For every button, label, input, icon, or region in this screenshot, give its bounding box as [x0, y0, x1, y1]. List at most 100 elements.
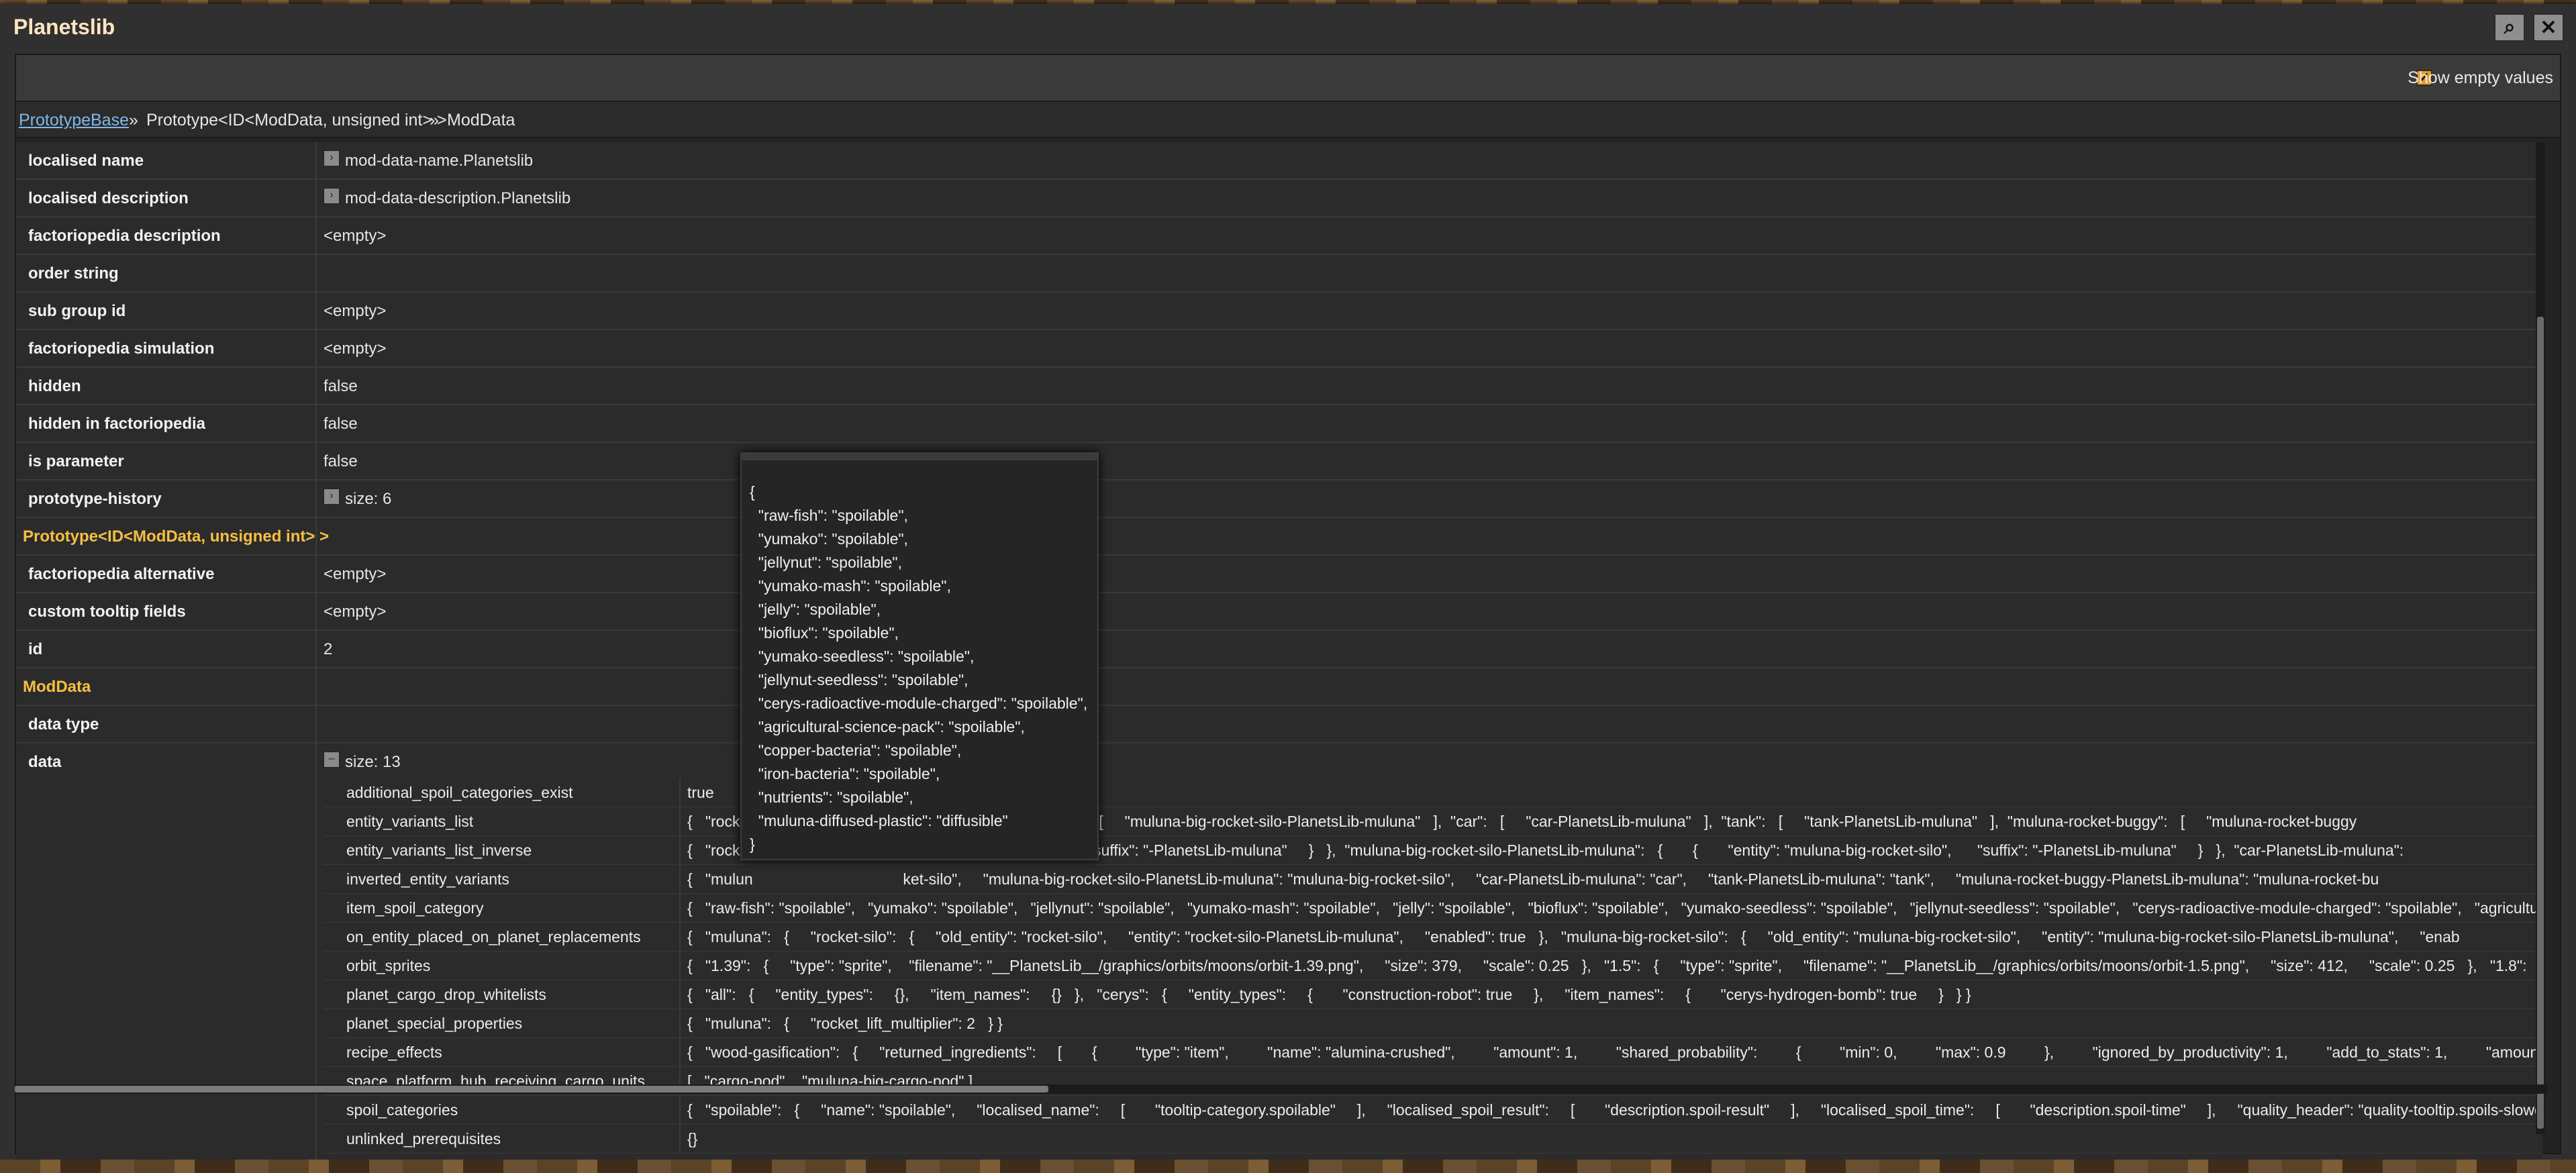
property-value: <empty>: [324, 565, 387, 583]
data-entry-key: orbit_sprites: [346, 957, 431, 974]
property-key: factoriopedia description: [28, 227, 221, 245]
data-entry-row[interactable]: spoil_categories { "spoilable": { "name":…: [324, 1096, 2542, 1125]
data-entry-value: {}: [687, 1130, 698, 1148]
section-title: Prototype<ID<ModData, unsigned int> >: [23, 527, 330, 546]
tooltip-line: "yumako-seedless": "spoilable",: [750, 648, 975, 665]
property-key: hidden: [28, 377, 81, 395]
property-key: data: [28, 753, 62, 771]
show-empty-label: Show empty values: [2408, 68, 2553, 87]
property-row: hidden false: [16, 368, 2542, 405]
property-row: factoriopedia description <empty>: [16, 217, 2542, 255]
data-entry-row[interactable]: orbit_sprites { "1.39": { "type": "sprite…: [324, 952, 2542, 980]
data-entry-row[interactable]: unlinked_prerequisites {}: [324, 1125, 2542, 1154]
data-entry-value: { "muluna": { "rocket-silo": { "old_enti…: [687, 928, 2460, 946]
property-value: <empty>: [324, 603, 387, 621]
property-value: mod-data-description.Planetslib: [345, 189, 571, 207]
property-key: localised description: [28, 189, 189, 207]
property-key: is parameter: [28, 452, 124, 470]
tooltip-line: "nutrients": "spoilable",: [750, 788, 913, 806]
data-entry-row[interactable]: planet_special_properties { "muluna": { "…: [324, 1009, 2542, 1038]
property-row: sub group id <empty>: [16, 293, 2542, 330]
expand-icon[interactable]: ›: [324, 489, 340, 505]
property-value: false: [324, 415, 358, 433]
data-entry-value: { "mulun ket-silo", "muluna-big-rocket-s…: [687, 870, 2379, 888]
section-title: ModData: [23, 678, 91, 696]
data-entry-key: on_entity_placed_on_planet_replacements: [346, 928, 641, 946]
data-entry-value: { "raw-fish": "spoilable", "yumako": "sp…: [687, 899, 2542, 917]
property-row: factoriopedia simulation <empty>: [16, 330, 2542, 368]
property-row: localised name › mod-data-name.Planetslib: [16, 142, 2542, 180]
tooltip-line: "muluna-diffused-plastic": "diffusible": [750, 812, 1008, 829]
property-row: factoriopedia alternative <empty>: [16, 556, 2542, 593]
property-key: id: [28, 640, 43, 658]
data-entry-value: { "wood-gasification": { "returned_ingre…: [687, 1043, 2542, 1061]
data-entry-row[interactable]: recipe_effects { "wood-gasification": { "…: [324, 1038, 2542, 1067]
property-value: <empty>: [324, 227, 387, 245]
data-entry-key: item_spoil_category: [346, 899, 484, 917]
tooltip-line: {: [750, 483, 755, 501]
data-entry-key: unlinked_prerequisites: [346, 1130, 501, 1148]
options-bar: ✓ Show empty values: [16, 55, 2560, 101]
property-value: mod-data-name.Planetslib: [345, 152, 534, 170]
property-row: id 2: [16, 631, 2542, 668]
data-entry-row[interactable]: on_entity_placed_on_planet_replacements {…: [324, 923, 2542, 952]
property-row: prototype-history › size: 6: [16, 480, 2542, 518]
property-key: order string: [28, 264, 119, 283]
property-value: size: 6: [345, 490, 392, 508]
property-key: sub group id: [28, 302, 126, 320]
content-panel: ✓ Show empty values PrototypeBase » Prot…: [15, 54, 2561, 1164]
breadcrumb-item: Prototype<ID<ModData, unsigned int> >: [146, 111, 447, 130]
data-entry-row[interactable]: entity_variants_list{ "rocket muluna-big…: [324, 807, 2542, 836]
section-header: ModData: [16, 668, 2542, 706]
property-row: hidden in factoriopedia false: [16, 405, 2542, 443]
data-entry-key: additional_spoil_categories_exist: [346, 784, 573, 801]
data-entry-value: { "muluna": { "rocket_lift_multiplier": …: [687, 1015, 1003, 1032]
horizontal-scrollbar[interactable]: [15, 1084, 2548, 1094]
property-row: data type: [16, 706, 2542, 744]
breadcrumb-current: ModData: [447, 111, 515, 130]
expand-icon[interactable]: ›: [324, 150, 340, 166]
tooltip-line: "bioflux": "spoilable",: [750, 624, 899, 642]
vertical-scrollbar[interactable]: [2536, 142, 2545, 1134]
data-entry-row[interactable]: planet_cargo_drop_whitelists { "all": { "…: [324, 980, 2542, 1009]
property-value: <empty>: [324, 302, 387, 320]
breadcrumb-link-prototypebase[interactable]: PrototypeBase: [19, 111, 129, 130]
data-entry-row[interactable]: inverted_entity_variants { "mulun ket-sil…: [324, 865, 2542, 894]
data-entry-row[interactable]: entity_variants_list_inverse{ "rocket "e…: [324, 836, 2542, 865]
property-row: is parameter false: [16, 443, 2542, 480]
expand-icon[interactable]: ›: [324, 188, 340, 204]
data-size: size: 13: [345, 753, 401, 771]
breadcrumb-separator: »: [430, 111, 439, 130]
data-entry-row[interactable]: item_spoil_category { "raw-fish": "spoila…: [324, 894, 2542, 923]
property-key: prototype-history: [28, 490, 162, 508]
property-row: custom tooltip fields <empty>: [16, 593, 2542, 631]
tooltip-line: "cerys-radioactive-module-charged": "spo…: [750, 695, 1088, 712]
vertical-scroll-thumb[interactable]: [2537, 317, 2544, 1129]
close-icon[interactable]: ✕: [2533, 13, 2564, 42]
collapse-icon[interactable]: –: [324, 752, 340, 768]
tooltip-text: { "raw-fish": "spoilable", "yumako": "sp…: [750, 480, 1087, 856]
breadcrumb-separator: »: [129, 111, 138, 130]
game-background-bottom: [0, 1160, 2576, 1173]
tooltip-line: "agricultural-science-pack": "spoilable"…: [750, 718, 1025, 735]
property-value: false: [324, 452, 358, 470]
data-entry-key: planet_special_properties: [346, 1015, 523, 1032]
title-bar[interactable]: Planetslib ⌕ ✕: [0, 4, 2576, 51]
data-entry-value: { "all": { "entity_types": {}, "item_nam…: [687, 986, 1971, 1003]
breadcrumb: PrototypeBase » Prototype<ID<ModData, un…: [16, 101, 2560, 138]
data-entry-value: { "spoilable": { "name": "spoilable", "l…: [687, 1101, 2542, 1119]
property-row: localised description › mod-data-descripti…: [16, 180, 2542, 217]
data-entry-row[interactable]: additional_spoil_categories_exist true: [324, 778, 2542, 807]
window-title: Planetslib: [13, 15, 115, 39]
property-value: 2: [324, 640, 333, 658]
tooltip-line: "iron-bacteria": "spoilable",: [750, 765, 940, 782]
horizontal-scroll-thumb[interactable]: [15, 1086, 1048, 1092]
planetslib-window: Planetslib ⌕ ✕ ✓ Show empty values Proto…: [0, 4, 2576, 1164]
property-key: localised name: [28, 152, 144, 170]
data-entry-key: entity_variants_list: [346, 813, 474, 830]
tooltip-line: }: [750, 835, 755, 853]
search-icon[interactable]: ⌕: [2494, 13, 2525, 42]
data-subtable: additional_spoil_categories_exist true ent…: [324, 778, 2542, 1154]
property-table: localised name › mod-data-name.Planetslib l…: [16, 142, 2542, 1164]
data-entry-key: recipe_effects: [346, 1043, 442, 1061]
